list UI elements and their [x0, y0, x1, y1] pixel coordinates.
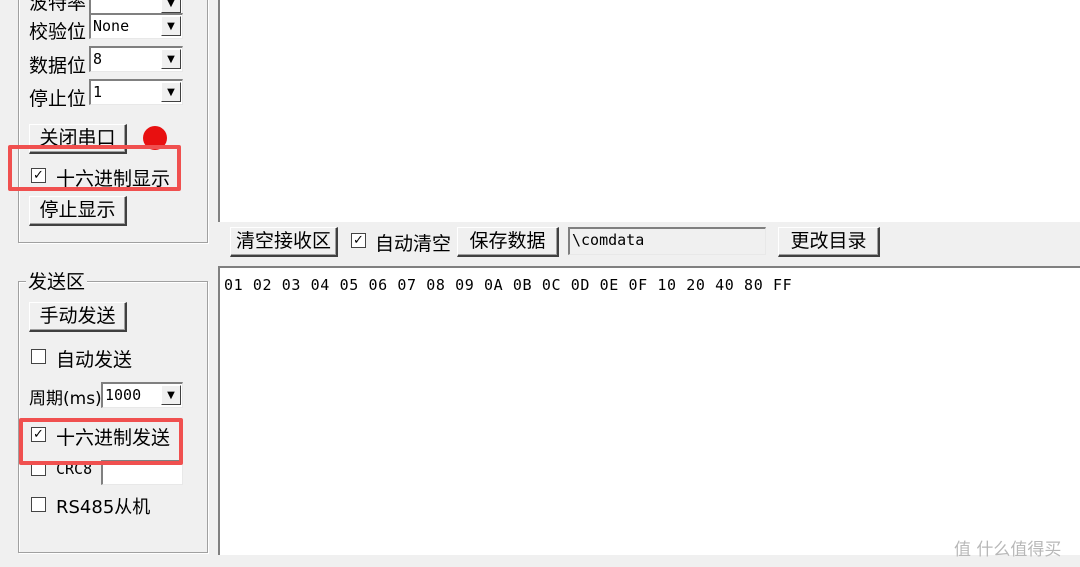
- stop-bits-label: 停止位: [29, 88, 87, 110]
- rs485-slave-label: RS485从机: [56, 497, 151, 518]
- baud-rate-label: 波特率: [29, 0, 87, 14]
- parity-label: 校验位: [29, 21, 87, 43]
- auto-clear-checkbox[interactable]: ✓: [351, 233, 366, 248]
- chevron-down-icon[interactable]: ▼: [161, 49, 181, 69]
- parity-select[interactable]: None ▼: [89, 13, 183, 39]
- period-label: 周期(ms): [29, 389, 102, 409]
- chevron-down-icon[interactable]: ▼: [161, 0, 181, 13]
- auto-send-label: 自动发送: [56, 349, 133, 371]
- hex-send-highlight: [19, 418, 183, 465]
- data-bits-select[interactable]: 8 ▼: [89, 46, 183, 72]
- manual-send-button[interactable]: 手动发送: [29, 302, 127, 332]
- stop-bits-select[interactable]: 1 ▼: [89, 79, 183, 105]
- watermark: 值 什么值得买: [954, 540, 1062, 560]
- rs485-slave-checkbox[interactable]: [31, 497, 46, 512]
- hex-display-highlight: [8, 145, 181, 191]
- stop-display-button[interactable]: 停止显示: [29, 196, 127, 226]
- send-text-area[interactable]: 01 02 03 04 05 06 07 08 09 0A 0B 0C 0D 0…: [218, 266, 1080, 555]
- save-path-field[interactable]: \comdata: [568, 227, 766, 255]
- send-area-title: 发送区: [26, 271, 88, 293]
- period-select[interactable]: 1000 ▼: [101, 382, 183, 408]
- clear-receive-button[interactable]: 清空接收区: [230, 227, 338, 257]
- data-bits-label: 数据位: [29, 55, 87, 77]
- change-directory-button[interactable]: 更改目录: [778, 227, 880, 257]
- receive-text-area[interactable]: [218, 0, 1080, 222]
- auto-send-checkbox[interactable]: [31, 349, 46, 364]
- chevron-down-icon[interactable]: ▼: [161, 385, 181, 405]
- auto-clear-label: 自动清空: [375, 233, 452, 255]
- save-data-button[interactable]: 保存数据: [457, 227, 559, 257]
- chevron-down-icon[interactable]: ▼: [161, 82, 181, 102]
- send-content-text: 01 02 03 04 05 06 07 08 09 0A 0B 0C 0D 0…: [224, 276, 793, 294]
- chevron-down-icon[interactable]: ▼: [161, 16, 181, 36]
